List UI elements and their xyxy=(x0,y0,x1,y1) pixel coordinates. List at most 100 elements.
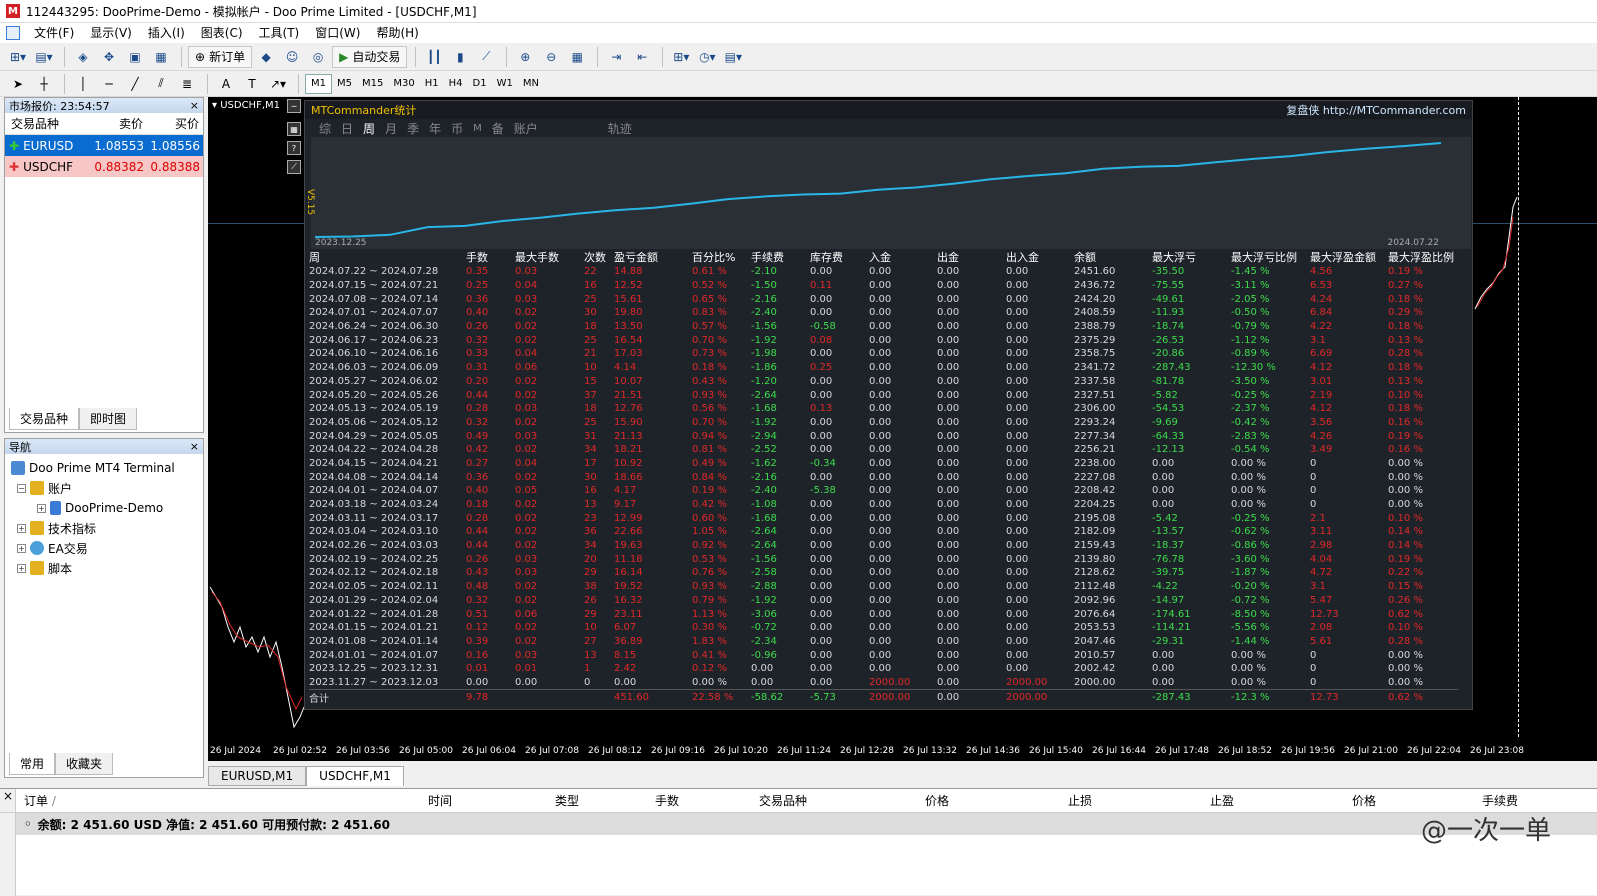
expand-icon[interactable]: + xyxy=(17,543,26,553)
timeframe-w1[interactable]: W1 xyxy=(492,74,518,94)
timeframe-m1[interactable]: M1 xyxy=(305,73,332,94)
tab-favorites[interactable]: 收藏夹 xyxy=(55,753,114,775)
text-label-icon[interactable]: T xyxy=(240,73,264,95)
new-chart-icon[interactable]: ⊞▾ xyxy=(6,46,30,68)
mtc-tab-month[interactable]: 月 xyxy=(385,120,397,137)
column-stop-loss[interactable]: 止损 xyxy=(1068,792,1092,809)
zoom-in-icon[interactable]: ⊕ xyxy=(513,46,537,68)
signals-icon[interactable]: ◎ xyxy=(306,46,330,68)
stats-column-header[interactable]: 最大浮亏比例 xyxy=(1231,249,1310,265)
channel-icon[interactable]: ⫽ xyxy=(149,73,173,95)
column-price[interactable]: 价格 xyxy=(925,792,949,809)
nav-accounts[interactable]: − 账户 xyxy=(11,478,203,498)
tile-windows-icon[interactable]: ▦ xyxy=(565,46,589,68)
arrows-icon[interactable]: ↗▾ xyxy=(266,73,290,95)
community-icon[interactable]: ☺ xyxy=(280,46,304,68)
column-time[interactable]: 时间 xyxy=(428,792,452,809)
terminal-icon[interactable]: ▦ xyxy=(149,46,173,68)
mtc-tab-quarter[interactable]: 季 xyxy=(407,120,419,137)
menu-file[interactable]: 文件(F) xyxy=(26,23,82,43)
stats-column-header[interactable]: 出金 xyxy=(937,249,1006,265)
timeframe-mn[interactable]: MN xyxy=(518,74,544,94)
timeframe-m5[interactable]: M5 xyxy=(332,74,357,94)
chart-tab-eurusd[interactable]: EURUSD,M1 xyxy=(208,766,307,786)
stats-column-header[interactable]: 最大手数 xyxy=(515,249,584,265)
column-volume[interactable]: 手数 xyxy=(655,792,679,809)
crosshair-icon[interactable]: ┼ xyxy=(32,73,56,95)
navigator-icon[interactable]: ▣ xyxy=(123,46,147,68)
mtc-help-icon[interactable]: ? xyxy=(287,141,301,155)
horizontal-line-icon[interactable]: ─ xyxy=(97,73,121,95)
nav-scripts[interactable]: + 脚本 xyxy=(11,558,203,578)
mtc-tab-day[interactable]: 日 xyxy=(341,120,353,137)
stats-column-header[interactable]: 出入金 xyxy=(1006,249,1074,265)
menu-help[interactable]: 帮助(H) xyxy=(368,23,426,43)
nav-terminal-root[interactable]: Doo Prime MT4 Terminal xyxy=(11,458,203,478)
menu-window[interactable]: 窗口(W) xyxy=(307,23,368,43)
new-order-button[interactable]: ⊕ 新订单 xyxy=(188,45,253,68)
stats-column-header[interactable]: 余额 xyxy=(1074,249,1152,265)
chart-tab-usdchf[interactable]: USDCHF,M1 xyxy=(306,766,404,786)
mtc-tab-summary[interactable]: 综 xyxy=(319,120,331,137)
nav-account-dooprime-demo[interactable]: + DooPrime-Demo xyxy=(11,498,203,518)
mtc-trend-icon[interactable]: ⟋ xyxy=(287,160,301,174)
stats-column-header[interactable]: 次数 xyxy=(584,249,614,265)
mtc-tab-account[interactable]: 账户 xyxy=(514,120,538,137)
menu-insert[interactable]: 插入(I) xyxy=(140,23,193,43)
stats-column-header[interactable]: 手数 xyxy=(466,249,515,265)
stats-column-header[interactable]: 百分比% xyxy=(692,249,751,265)
indicators-icon[interactable]: ⊞▾ xyxy=(669,46,693,68)
fibonacci-icon[interactable]: ≣ xyxy=(175,73,199,95)
metaeditor-icon[interactable]: ◆ xyxy=(254,46,278,68)
chart-shift-icon[interactable]: ⇤ xyxy=(630,46,654,68)
column-symbol[interactable]: 交易品种 xyxy=(5,115,91,132)
column-current-price[interactable]: 价格 xyxy=(1352,792,1376,809)
timeframe-d1[interactable]: D1 xyxy=(468,74,492,94)
stats-column-header[interactable]: 手续费 xyxy=(751,249,810,265)
column-order[interactable]: 订单 / xyxy=(24,792,56,809)
column-type[interactable]: 类型 xyxy=(555,792,579,809)
mtc-tab-week[interactable]: 周 xyxy=(363,120,375,137)
mtc-tab-year[interactable]: 年 xyxy=(429,120,441,137)
auto-trading-button[interactable]: ▶ 自动交易 xyxy=(332,45,408,68)
timeframe-m30[interactable]: M30 xyxy=(388,74,419,94)
timeframe-h4[interactable]: H4 xyxy=(444,74,468,94)
menu-charts[interactable]: 图表(C) xyxy=(193,23,251,43)
mtc-tab-m[interactable]: M xyxy=(473,123,482,134)
mtc-tab-backup[interactable]: 备 xyxy=(492,120,504,137)
text-icon[interactable]: A xyxy=(214,73,238,95)
tab-common[interactable]: 常用 xyxy=(9,753,56,775)
column-symbol[interactable]: 交易品种 xyxy=(759,792,807,809)
column-take-profit[interactable]: 止盈 xyxy=(1210,792,1234,809)
mtc-minimize-icon[interactable]: ─ xyxy=(287,99,301,113)
autoscroll-icon[interactable]: ⇥ xyxy=(604,46,628,68)
crosshair-data-icon[interactable]: ✥ xyxy=(97,46,121,68)
stats-column-header[interactable]: 最大浮盈比例 xyxy=(1388,249,1458,265)
symbol-row-eurusd[interactable]: ✚ EURUSD 1.08553 1.08556 xyxy=(5,135,203,156)
column-bid[interactable]: 卖价 xyxy=(91,115,147,132)
mtc-brand-link[interactable]: 复盘侠 http://MTCommander.com xyxy=(1286,102,1466,118)
tab-symbols[interactable]: 交易品种 xyxy=(9,408,80,430)
timeframe-h1[interactable]: H1 xyxy=(420,74,444,94)
expand-icon[interactable]: + xyxy=(17,523,26,533)
stats-column-header[interactable]: 库存费 xyxy=(810,249,869,265)
expand-icon[interactable]: + xyxy=(17,563,26,573)
zoom-out-icon[interactable]: ⊖ xyxy=(539,46,563,68)
column-commission[interactable]: 手续费 xyxy=(1482,792,1518,809)
profiles-icon[interactable]: ▤▾ xyxy=(32,46,56,68)
nav-expert-advisors[interactable]: + EA交易 xyxy=(11,538,203,558)
periods-icon[interactable]: ◷▾ xyxy=(695,46,719,68)
templates-icon[interactable]: ▤▾ xyxy=(721,46,745,68)
collapse-icon[interactable]: − xyxy=(17,483,26,493)
close-icon[interactable]: × xyxy=(190,440,199,453)
close-icon[interactable]: × xyxy=(190,99,199,112)
menu-view[interactable]: 显示(V) xyxy=(82,23,140,43)
mtc-tab-track[interactable]: 轨迹 xyxy=(608,120,632,137)
line-chart-icon[interactable]: ⟋ xyxy=(474,46,498,68)
candlestick-chart-icon[interactable]: ▮ xyxy=(448,46,472,68)
stats-column-header[interactable]: 盈亏金额 xyxy=(614,249,692,265)
tab-tick-chart[interactable]: 即时图 xyxy=(79,408,138,430)
cursor-icon[interactable]: ➤ xyxy=(6,73,30,95)
symbol-row-usdchf[interactable]: ✚ USDCHF 0.88382 0.88388 xyxy=(5,156,203,177)
bar-chart-icon[interactable]: ┃┃ xyxy=(422,46,446,68)
